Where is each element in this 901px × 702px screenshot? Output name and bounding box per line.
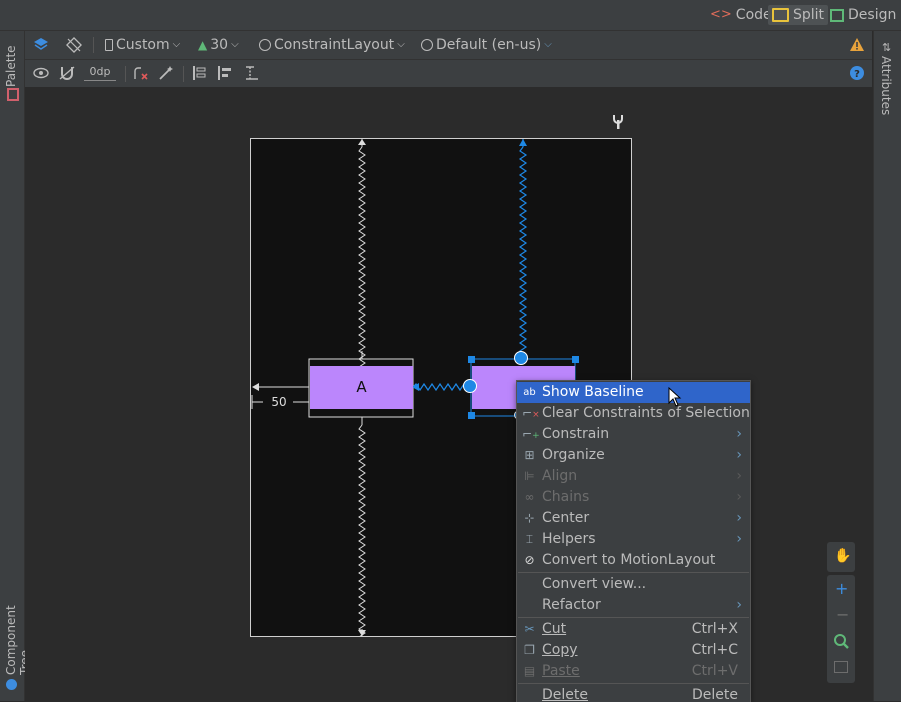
menu-item-align[interactable]: ⊫ Align › — [517, 466, 750, 487]
menu-item-cut[interactable]: ✂ Cut Ctrl+X — [517, 619, 750, 640]
guidelines-icon[interactable] — [243, 65, 259, 81]
attributes-tab[interactable]: Attributes — [879, 56, 893, 126]
layers-icon[interactable] — [33, 37, 49, 53]
svg-text:?: ? — [854, 69, 860, 80]
chevron-right-icon: › — [736, 597, 742, 613]
android-icon: ▲ — [198, 38, 208, 52]
chevron-right-icon: › — [736, 489, 742, 505]
split-icon — [772, 8, 789, 22]
component-tree-icon — [6, 679, 17, 690]
chevron-right-icon: › — [736, 531, 742, 547]
attributes-icon: ⇅ — [882, 41, 892, 54]
chevron-right-icon: › — [736, 468, 742, 484]
chevron-right-icon: › — [736, 447, 742, 463]
menu-item-convert-view[interactable]: Convert view... — [517, 574, 750, 595]
wrench-icon[interactable] — [611, 114, 625, 130]
menu-separator — [518, 683, 749, 684]
device-label: Custom — [116, 37, 170, 53]
theme-selector[interactable]: ConstraintLayout ⌵ — [259, 36, 405, 54]
split-mode-button[interactable]: Split — [768, 5, 829, 25]
code-mode-label: Code — [735, 7, 772, 23]
align-left-icon[interactable] — [217, 65, 233, 81]
clear-constraints-icon: ⌐× — [522, 406, 540, 420]
center-icon: ⊹ — [524, 511, 535, 525]
top-anchor-handle[interactable] — [514, 351, 528, 365]
theme-icon — [259, 39, 271, 51]
chevron-right-icon: › — [736, 426, 742, 442]
menu-item-refactor[interactable]: Refactor › — [517, 595, 750, 616]
margin-label: 50 — [265, 395, 293, 409]
default-margin-field[interactable]: 0dp — [84, 65, 116, 81]
globe-icon — [421, 39, 433, 51]
split-mode-label: Split — [793, 7, 825, 23]
button-a[interactable]: A — [310, 366, 413, 409]
chevron-down-icon: ⌵ — [172, 39, 181, 50]
menu-item-paste[interactable]: ▤ Paste Ctrl+V — [517, 661, 750, 682]
zoom-panel: + − — [827, 575, 855, 683]
right-tool-strip: ⇅ Attributes — [873, 31, 901, 701]
orientation-icon[interactable] — [66, 37, 82, 53]
menu-item-copy[interactable]: ❐ Copy Ctrl+C — [517, 640, 750, 661]
magnet-icon[interactable] — [59, 65, 75, 81]
design-mode-label: Design — [848, 7, 897, 23]
menu-item-delete[interactable]: Delete Delete — [517, 685, 750, 702]
constrain-icon: ⌐+ — [522, 427, 540, 441]
menu-item-chains[interactable]: ∞ Chains › — [517, 487, 750, 508]
phone-icon — [105, 39, 113, 51]
paste-icon: ▤ — [523, 664, 536, 678]
left-anchor-handle[interactable] — [463, 379, 477, 393]
copy-icon: ❐ — [524, 643, 535, 657]
clear-constraints-icon[interactable] — [132, 65, 148, 81]
device-selector[interactable]: Custom ⌵ — [105, 36, 180, 54]
warning-icon[interactable] — [849, 37, 865, 53]
mouse-cursor-icon — [668, 387, 682, 407]
menu-separator — [518, 572, 749, 573]
chains-icon: ∞ — [524, 490, 535, 504]
chevron-down-icon: ⌵ — [231, 39, 239, 50]
align-icon: ⊫ — [524, 469, 535, 483]
context-menu: ab Show Baseline ⌐× Clear Constraints of… — [516, 380, 751, 702]
chevron-down-icon: ⌵ — [397, 39, 405, 50]
actual-size-icon[interactable] — [834, 661, 848, 673]
chevron-right-icon: › — [736, 510, 742, 526]
eye-icon[interactable] — [33, 65, 49, 81]
zoom-fit-icon[interactable] — [833, 633, 849, 649]
motionlayout-icon: ⊘ — [524, 553, 535, 567]
chevron-down-icon: ⌵ — [544, 39, 552, 50]
design-toolbar: Custom ⌵ ▲ 30 ⌵ ConstraintLayout ⌵ Defau… — [25, 31, 872, 60]
menu-item-show-baseline[interactable]: ab Show Baseline — [517, 382, 750, 403]
pack-icon[interactable] — [191, 65, 207, 81]
palette-tab[interactable]: Palette — [4, 41, 18, 87]
palette-icon — [7, 88, 19, 101]
theme-label: ConstraintLayout — [274, 37, 395, 53]
locale-selector[interactable]: Default (en-us) ⌵ — [421, 36, 552, 54]
api-level-selector[interactable]: ▲ 30 ⌵ — [198, 36, 239, 54]
menu-item-clear-constraints[interactable]: ⌐× Clear Constraints of Selection — [517, 403, 750, 424]
api-level-label: 30 — [210, 37, 229, 53]
scissors-icon: ✂ — [524, 622, 535, 636]
design-icon — [830, 8, 844, 22]
menu-item-organize[interactable]: ⊞ Organize › — [517, 445, 750, 466]
zoom-in-icon[interactable]: + — [835, 579, 848, 598]
menu-item-convert-motionlayout[interactable]: ⊘ Convert to MotionLayout — [517, 550, 750, 571]
help-icon[interactable]: ? — [849, 65, 865, 81]
editor-header: <> Code Split Design — [0, 0, 901, 31]
pan-tool-panel: ✋ — [827, 542, 855, 572]
zoom-out-icon[interactable]: − — [836, 605, 849, 624]
locale-label: Default (en-us) — [436, 37, 542, 53]
menu-separator — [518, 617, 749, 618]
baseline-icon: ab — [523, 387, 536, 398]
menu-item-center[interactable]: ⊹ Center › — [517, 508, 750, 529]
magic-wand-icon[interactable] — [158, 65, 174, 81]
design-mode-button[interactable]: Design — [826, 5, 900, 25]
menu-item-helpers[interactable]: ⌶ Helpers › — [517, 529, 750, 550]
helpers-icon: ⌶ — [525, 532, 534, 546]
menu-item-constrain[interactable]: ⌐+ Constrain › — [517, 424, 750, 445]
code-mode-button[interactable]: <> Code — [706, 5, 776, 25]
organize-icon: ⊞ — [524, 448, 535, 462]
constraint-toolbar: 0dp ? — [25, 60, 872, 88]
code-icon: <> — [710, 7, 732, 22]
left-tool-strip: Palette Component Tree — [0, 31, 32, 701]
hand-icon[interactable]: ✋ — [834, 548, 851, 564]
